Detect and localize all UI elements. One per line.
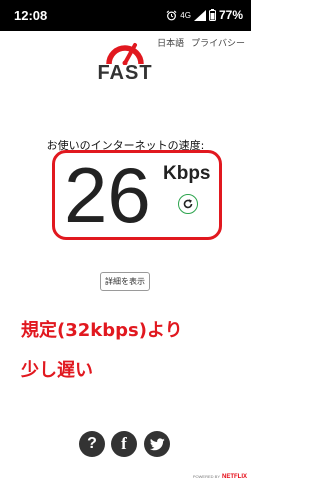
top-links: 日本語 プライバシー xyxy=(157,36,245,49)
status-icons: 4G 77% xyxy=(166,8,243,22)
language-link[interactable]: 日本語 xyxy=(157,36,184,49)
powered-by: POWERED BY NETFLIX xyxy=(193,474,247,480)
powered-by-label: POWERED BY xyxy=(192,474,220,479)
speedometer-icon xyxy=(106,43,144,65)
refresh-button[interactable] xyxy=(178,194,198,214)
help-icon: ? xyxy=(87,435,97,452)
facebook-button[interactable]: f xyxy=(111,431,137,457)
twitter-icon xyxy=(149,437,165,450)
status-time: 12:08 xyxy=(14,8,48,23)
show-details-button[interactable]: 詳細を表示 xyxy=(100,272,150,291)
help-button[interactable]: ? xyxy=(79,431,105,457)
refresh-icon xyxy=(183,199,193,209)
status-bar: 12:08 4G 77% xyxy=(0,0,251,31)
network-type-label: 4G xyxy=(180,10,191,20)
netflix-logo[interactable]: NETFLIX xyxy=(222,474,247,480)
twitter-button[interactable] xyxy=(144,431,170,457)
speed-value: 26 xyxy=(64,151,151,239)
privacy-link[interactable]: プライバシー xyxy=(191,36,245,49)
annotation-line-2: 少し遅い xyxy=(21,360,93,381)
signal-icon xyxy=(193,9,206,21)
fast-logo[interactable]: FAST xyxy=(92,35,158,87)
facebook-icon: f xyxy=(121,434,127,453)
logo-text: FAST xyxy=(97,62,153,84)
speed-unit: Kbps xyxy=(163,163,211,184)
battery-icon xyxy=(208,9,216,21)
alarm-icon xyxy=(166,10,177,20)
battery-percent: 77% xyxy=(218,8,243,22)
annotation-line-1: 規定(32kbps)より xyxy=(21,320,183,341)
